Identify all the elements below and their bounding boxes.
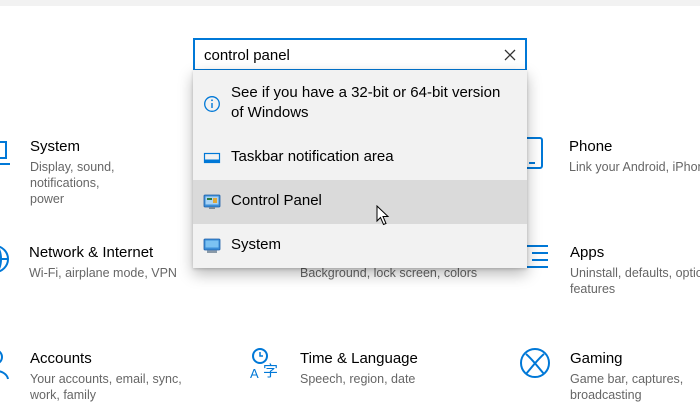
close-icon[interactable] <box>503 48 517 62</box>
globe-icon <box>0 245 9 273</box>
tile-gaming[interactable]: Gaming Game bar, captures, broadcasting <box>518 342 700 402</box>
tile-system-title: System <box>30 138 81 155</box>
svg-text:A: A <box>250 366 259 380</box>
top-band <box>0 0 700 6</box>
tile-accounts-desc: Your accounts, email, sync, work, family <box>30 372 182 402</box>
suggestion-32-64-bit[interactable]: See if you have a 32-bit or 64-bit versi… <box>193 70 527 136</box>
tile-network-title: Network & Internet <box>29 244 154 261</box>
search-suggestions: See if you have a 32-bit or 64-bit versi… <box>193 70 527 268</box>
tile-accounts[interactable]: Accounts Your accounts, email, sync, wor… <box>0 342 188 402</box>
tile-system-desc: Display, sound, notifications, power <box>30 160 115 206</box>
suggestion-label: Control Panel <box>231 192 322 209</box>
suggestion-control-panel[interactable]: Control Panel <box>193 180 527 224</box>
tile-apps-desc: Uninstall, defaults, optional features <box>570 266 700 296</box>
tile-phone[interactable]: Phone Link your Android, iPhone <box>518 130 700 180</box>
laptop-icon <box>0 141 10 165</box>
system-icon <box>203 238 221 253</box>
xbox-icon <box>520 348 550 378</box>
tile-gaming-desc: Game bar, captures, broadcasting <box>570 372 684 402</box>
tile-time-language-desc: Speech, region, date <box>300 372 416 386</box>
time-language-icon: A 字 <box>250 348 278 380</box>
suggestion-taskbar-notification-area[interactable]: Taskbar notification area <box>193 136 527 180</box>
svg-text:字: 字 <box>263 362 278 380</box>
suggestion-label: Taskbar notification area <box>231 148 394 165</box>
tile-apps[interactable]: Apps Uninstall, defaults, optional featu… <box>518 236 700 306</box>
tile-accounts-title: Accounts <box>30 350 92 367</box>
tile-phone-desc: Link your Android, iPhone <box>569 160 700 174</box>
tile-network-desc: Wi-Fi, airplane mode, VPN <box>29 266 177 280</box>
tile-network[interactable]: Network & Internet Wi-Fi, airplane mode,… <box>0 236 188 286</box>
tile-time-language-title: Time & Language <box>300 350 418 367</box>
tile-time-language[interactable]: A 字 Time & Language Speech, region, date <box>248 342 468 402</box>
tile-system[interactable]: System Display, sound, notifications, po… <box>0 130 178 206</box>
info-icon <box>204 96 220 112</box>
taskbar-icon <box>203 152 221 164</box>
tile-apps-title: Apps <box>570 244 605 261</box>
person-icon <box>0 350 9 380</box>
tile-gaming-title: Gaming <box>570 350 623 367</box>
suggestion-system[interactable]: System <box>193 224 527 268</box>
suggestion-label: See if you have a 32-bit or 64-bit versi… <box>231 84 501 121</box>
control-panel-icon <box>203 194 221 209</box>
tile-phone-title: Phone <box>569 138 613 155</box>
settings-search-box[interactable] <box>193 38 527 71</box>
search-input[interactable] <box>204 44 494 66</box>
suggestion-label: System <box>231 236 282 253</box>
